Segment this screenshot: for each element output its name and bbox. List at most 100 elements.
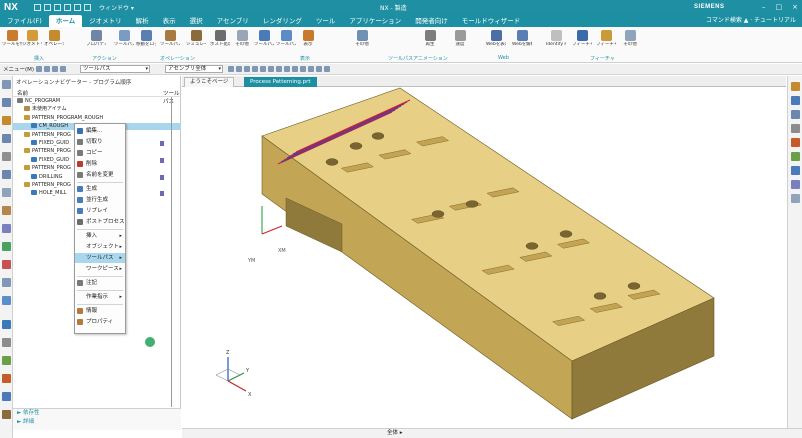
cut-icon[interactable] [64, 3, 71, 11]
navigator-toggle-icon[interactable] [2, 320, 11, 329]
redo-icon[interactable] [54, 3, 61, 11]
type-filter-dropdown[interactable]: ツールパス [80, 65, 150, 73]
ribbon-button-13[interactable]: その他 [352, 30, 372, 47]
context-menu-item[interactable]: 生成 [75, 184, 125, 194]
process-icon[interactable] [2, 206, 11, 215]
tab-10[interactable]: 開発者向け [408, 15, 455, 27]
ribbon-button-11[interactable]: ツールパスを消去 [276, 30, 296, 47]
ribbon-button-18[interactable]: Identify Features [546, 30, 566, 47]
tool-icon[interactable] [2, 374, 11, 383]
maximize-button[interactable]: □ [776, 3, 783, 11]
render-style-icon[interactable] [791, 152, 800, 161]
snap-pole-icon[interactable] [316, 66, 322, 72]
scope-dropdown[interactable]: アセンブリ全体 [165, 65, 223, 73]
snap-face-icon[interactable] [276, 66, 282, 72]
ribbon-button-7[interactable]: シミュレーション [186, 30, 206, 47]
orient-view-icon[interactable] [791, 166, 800, 175]
filter-icon[interactable] [44, 66, 50, 72]
undo-icon[interactable] [44, 3, 51, 11]
context-menu-item[interactable]: 作業指示 ▸ [75, 292, 125, 302]
tab-11[interactable]: モールドウィザード [455, 15, 528, 27]
snap-quad-icon[interactable] [260, 66, 266, 72]
column-name[interactable]: 名前 [17, 89, 28, 97]
ribbon-button-5[interactable]: 移動をロック [136, 30, 156, 47]
tab-6[interactable]: アセンブリ [210, 15, 256, 27]
ribbon-button-17[interactable]: Webを解析 [512, 30, 532, 47]
fit-view-icon[interactable] [791, 82, 800, 91]
tab-8[interactable]: ツール [309, 15, 343, 27]
ribbon-button-21[interactable]: その他 [620, 30, 640, 47]
ribbon-button-16[interactable]: Webを表示 [486, 30, 506, 47]
details-section[interactable]: ► 詳細 [13, 418, 181, 427]
context-menu-item[interactable]: 切取り [75, 137, 125, 147]
tab-welcome[interactable]: ようこそページ [184, 77, 235, 87]
paste-icon[interactable] [84, 3, 91, 11]
settings-icon[interactable] [2, 80, 11, 89]
tab-2[interactable]: ジオメトリ [82, 15, 129, 27]
pan-icon[interactable] [791, 124, 800, 133]
roles-icon[interactable] [2, 224, 11, 233]
close-button[interactable]: × [792, 3, 798, 11]
ribbon-button-8[interactable]: ポスト処理 [210, 30, 230, 47]
layer-icon[interactable] [791, 180, 800, 189]
select-icon[interactable] [36, 66, 42, 72]
web-browser-icon[interactable] [2, 188, 11, 197]
snap-end-icon[interactable] [236, 66, 242, 72]
nc-icon[interactable] [2, 296, 11, 305]
context-menu-item[interactable]: 情報 [75, 306, 125, 316]
window-menu[interactable]: ウィンドウ ▾ [99, 3, 134, 12]
program-order-icon[interactable] [2, 116, 11, 125]
snap-arc-icon[interactable] [324, 66, 330, 72]
simulation-icon[interactable] [2, 392, 11, 401]
context-menu-item[interactable]: 並行生成 [75, 195, 125, 205]
tab-9[interactable]: アプリケーション [342, 15, 408, 27]
section-icon[interactable] [791, 138, 800, 147]
ribbon-button-20[interactable]: フィーチャーグループ [596, 30, 616, 47]
ribbon-button-9[interactable]: その他 [232, 30, 252, 47]
palette-icon[interactable] [2, 278, 11, 287]
context-menu-item[interactable]: プロパティ [75, 317, 125, 327]
tab-7[interactable]: レンダリング [256, 15, 309, 27]
context-menu-item[interactable]: 注記 [75, 278, 125, 288]
clock-icon[interactable] [2, 338, 11, 347]
ribbon-button-19[interactable]: フィーチャーを検出 [572, 30, 592, 47]
tab-3[interactable]: 解析 [129, 15, 156, 27]
reuse-library-icon[interactable] [2, 152, 11, 161]
tab-4[interactable]: 表示 [156, 15, 183, 27]
copy-icon[interactable] [74, 3, 81, 11]
minimize-button[interactable]: – [762, 3, 766, 11]
library-icon[interactable] [2, 410, 11, 419]
context-menu-item[interactable]: コピー [75, 148, 125, 158]
context-menu-item[interactable]: 名前を変更 [75, 170, 125, 180]
tab-0[interactable]: ファイル(F) [0, 15, 49, 27]
snap-icon[interactable] [52, 66, 58, 72]
snap-mid-icon[interactable] [244, 66, 250, 72]
visualization-icon[interactable] [2, 260, 11, 269]
ribbon-button-12[interactable]: 表示 [298, 30, 318, 47]
system-materials-icon[interactable] [2, 242, 11, 251]
ribbon-button-2[interactable]: オペレーションを作成 [44, 30, 64, 47]
show-hide-icon[interactable] [791, 194, 800, 203]
tree-row[interactable]: 未使用アイテム [13, 106, 181, 113]
ribbon-button-14[interactable]: 再生 [420, 30, 440, 47]
ribbon-button-4[interactable]: ツールパス生成 [114, 30, 134, 47]
save-icon[interactable] [34, 3, 41, 11]
clear-icon[interactable] [60, 66, 66, 72]
snap-grid-icon[interactable] [292, 66, 298, 72]
command-search[interactable]: コマンド検索 ▲ · チュートリアル [706, 15, 796, 24]
part-navigator-icon[interactable] [2, 134, 11, 143]
part-model[interactable]: XM YM Z Y X [182, 76, 786, 428]
context-menu-item[interactable]: ツールパス ▸ [75, 253, 125, 263]
ribbon-button-0[interactable]: ツールを作成 [2, 30, 22, 47]
snap-curve-icon[interactable] [284, 66, 290, 72]
context-menu-item[interactable]: 削除 [75, 159, 125, 169]
tree-row[interactable]: PATTERN_PROGRAM_ROUGH [13, 114, 181, 122]
machine-tool-navigator-icon[interactable] [2, 98, 11, 107]
context-menu-item[interactable]: オブジェクト ▸ [75, 242, 125, 252]
tab-1[interactable]: ホーム [48, 15, 83, 27]
tab-process-patterning[interactable]: Process Patterning.prt [244, 77, 317, 87]
zoom-icon[interactable] [791, 96, 800, 105]
snap-normal-icon[interactable] [308, 66, 314, 72]
context-menu-item[interactable]: ポストプロセス [75, 217, 125, 227]
snap-intersect-icon[interactable] [268, 66, 274, 72]
